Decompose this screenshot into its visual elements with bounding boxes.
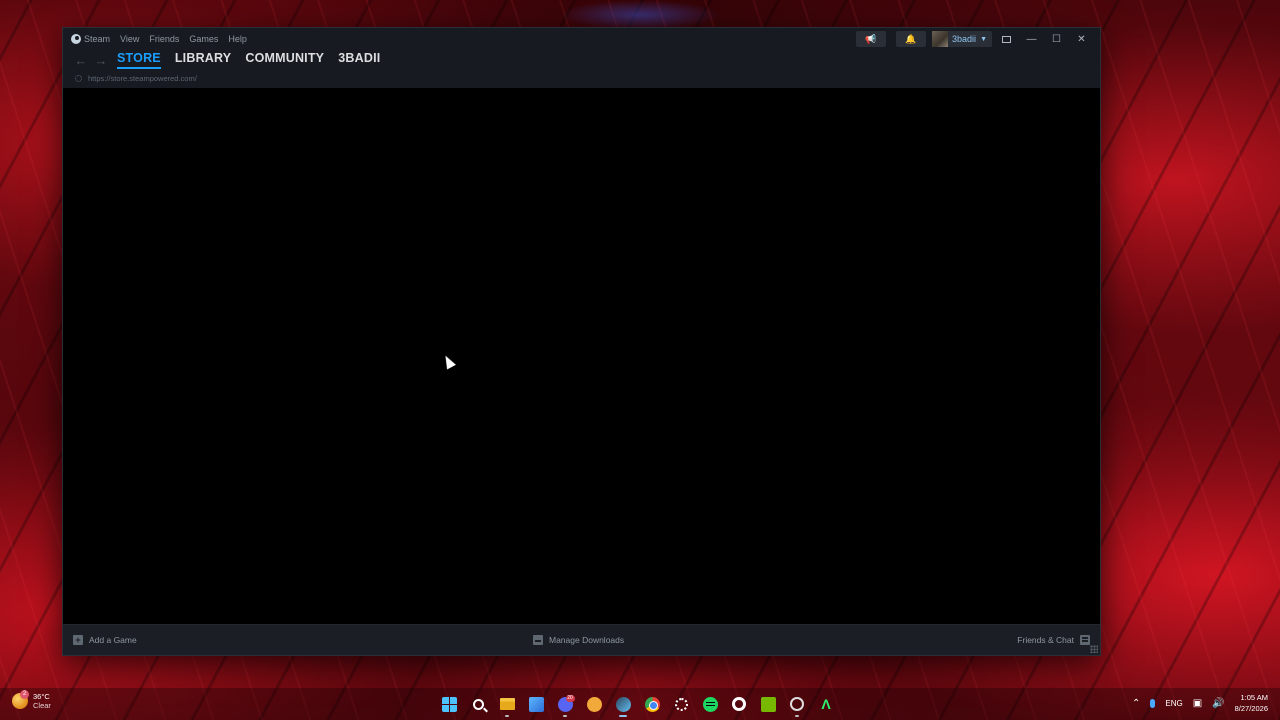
menu-steam-label: Steam bbox=[84, 34, 111, 44]
tab-library[interactable]: LIBRARY bbox=[175, 51, 232, 69]
nvidia-button[interactable] bbox=[757, 692, 779, 716]
network-icon[interactable]: ▣ bbox=[1193, 698, 1202, 709]
discord-alt-icon bbox=[586, 696, 602, 712]
manage-downloads-button[interactable]: Manage Downloads bbox=[533, 635, 624, 645]
steam-taskbar-button[interactable] bbox=[612, 692, 634, 717]
friends-chat-button[interactable]: Friends & Chat bbox=[1017, 635, 1090, 645]
manage-downloads-label: Manage Downloads bbox=[549, 635, 625, 645]
weather-temp: 36°C bbox=[33, 692, 50, 701]
add-game-button[interactable]: + Add a Game bbox=[73, 635, 137, 645]
big-picture-icon[interactable] bbox=[1002, 35, 1011, 43]
clock-date: 8/27/2026 bbox=[1234, 704, 1268, 713]
bottom-bar: + Add a Game Manage Downloads Friends & … bbox=[63, 624, 1100, 655]
spotify-icon bbox=[702, 696, 718, 712]
friends-chat-label: Friends & Chat bbox=[1017, 635, 1074, 645]
lambda-app-button[interactable]: Λ bbox=[815, 692, 837, 716]
url-bar: https://store.steampowered.com/ bbox=[63, 70, 1100, 87]
tab-profile[interactable]: 3BADII bbox=[338, 51, 380, 69]
wallpaper-glow bbox=[560, 0, 720, 30]
resize-grip-icon[interactable] bbox=[1090, 645, 1098, 653]
search-button[interactable] bbox=[467, 692, 489, 716]
ms-store-icon bbox=[528, 696, 544, 712]
tab-store[interactable]: STORE bbox=[117, 51, 161, 69]
camera-app-icon bbox=[790, 697, 804, 711]
tab-community[interactable]: COMMUNITY bbox=[245, 51, 324, 69]
discord-alt-button[interactable] bbox=[583, 692, 605, 716]
weather-text: 36°C Clear bbox=[33, 692, 51, 710]
lambda-app-icon: Λ bbox=[821, 696, 831, 712]
discord-icon: 20 bbox=[557, 694, 575, 712]
title-bar: Steam View Friends Games Help 📢 🔔 3badii… bbox=[63, 28, 1100, 50]
add-game-label: Add a Game bbox=[89, 635, 137, 645]
chat-icon bbox=[1080, 635, 1090, 645]
ms-store-button[interactable] bbox=[525, 692, 547, 716]
chevron-down-icon: ▼ bbox=[980, 35, 987, 43]
steelseries-icon bbox=[674, 697, 688, 711]
ring-app-icon bbox=[732, 697, 746, 711]
discord-button[interactable]: 20 bbox=[554, 692, 576, 717]
notifications-button[interactable]: 🔔 bbox=[896, 31, 927, 47]
microphone-icon[interactable] bbox=[1150, 698, 1156, 708]
start-button[interactable] bbox=[438, 692, 460, 716]
search-icon bbox=[472, 698, 484, 710]
chrome-button[interactable] bbox=[641, 692, 663, 716]
menu-view[interactable]: View bbox=[120, 34, 139, 44]
plus-icon: + bbox=[73, 635, 83, 645]
url-text[interactable]: https://store.steampowered.com/ bbox=[88, 74, 197, 83]
minimize-button[interactable]: — bbox=[1021, 31, 1042, 47]
menu-steam[interactable]: Steam bbox=[71, 34, 110, 44]
camera-app-button[interactable] bbox=[786, 692, 808, 717]
store-content-area[interactable] bbox=[63, 88, 1100, 624]
account-name: 3badii bbox=[952, 34, 977, 44]
account-menu-button[interactable]: 3badii ▼ bbox=[932, 31, 992, 47]
chrome-icon bbox=[644, 696, 660, 712]
close-button[interactable]: ✕ bbox=[1071, 31, 1092, 47]
announcements-button[interactable]: 📢 bbox=[856, 31, 887, 47]
file-explorer-button[interactable] bbox=[496, 692, 518, 717]
steam-window: Steam View Friends Games Help 📢 🔔 3badii… bbox=[62, 27, 1101, 656]
nav-tabs: STORE LIBRARY COMMUNITY 3BADII bbox=[117, 51, 380, 69]
clock-time: 1:05 AM bbox=[1240, 693, 1268, 702]
avatar bbox=[932, 31, 949, 47]
steelseries-button[interactable] bbox=[670, 692, 692, 716]
taskbar-apps: 20 Λ bbox=[438, 692, 837, 717]
volume-icon[interactable]: 🔊 bbox=[1212, 698, 1224, 709]
nav-bar: ← → STORE LIBRARY COMMUNITY 3BADII bbox=[63, 50, 1100, 70]
download-icon bbox=[533, 635, 543, 645]
weather-widget[interactable]: 2 36°C Clear bbox=[12, 690, 51, 710]
weather-condition: Clear bbox=[33, 701, 51, 710]
steam-logo-icon bbox=[71, 34, 81, 44]
title-bar-controls: 📢 🔔 3badii ▼ — ☐ ✕ bbox=[856, 28, 1092, 50]
weather-badge: 2 bbox=[20, 690, 29, 699]
menu-games[interactable]: Games bbox=[189, 34, 218, 44]
back-arrow-icon[interactable]: ← bbox=[71, 53, 91, 68]
megaphone-icon: 📢 bbox=[865, 33, 877, 44]
loading-spinner-icon bbox=[75, 75, 82, 82]
taskbar: 2 36°C Clear 20 Λ ⌃ ENG ▣ 🔊 1:05 AM 8/27… bbox=[0, 688, 1280, 720]
spotify-button[interactable] bbox=[699, 692, 721, 716]
nvidia-icon bbox=[760, 696, 776, 712]
language-indicator[interactable]: ENG bbox=[1165, 699, 1182, 708]
forward-arrow-icon[interactable]: → bbox=[91, 53, 111, 68]
start-icon bbox=[441, 696, 457, 712]
steam-icon bbox=[615, 696, 631, 712]
chevron-up-icon[interactable]: ⌃ bbox=[1132, 698, 1140, 709]
menu-help[interactable]: Help bbox=[228, 34, 247, 44]
discord-badge: 20 bbox=[565, 694, 575, 702]
file-explorer-icon bbox=[499, 698, 515, 710]
weather-moon-icon: 2 bbox=[12, 690, 29, 709]
clock[interactable]: 1:05 AM 8/27/2026 bbox=[1235, 692, 1268, 714]
menu-friends[interactable]: Friends bbox=[149, 34, 179, 44]
bell-icon: 🔔 bbox=[905, 33, 917, 44]
system-tray: ⌃ ENG ▣ 🔊 1:05 AM 8/27/2026 bbox=[1132, 692, 1268, 714]
ring-app-button[interactable] bbox=[728, 692, 750, 716]
maximize-button[interactable]: ☐ bbox=[1046, 31, 1067, 47]
